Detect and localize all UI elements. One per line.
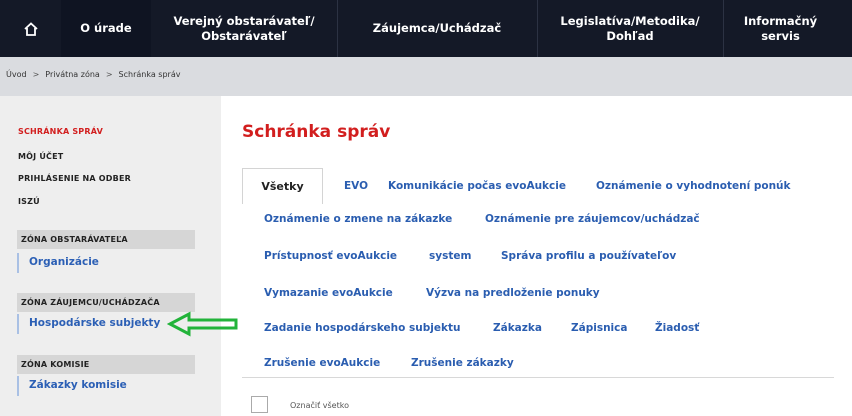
nav-divider xyxy=(723,0,724,57)
home-button[interactable] xyxy=(0,0,61,57)
zone-header-zaujemca: ZÓNA ZÁUJEMCU/UCHÁDZAČA xyxy=(17,293,195,312)
tab-zakazka[interactable]: Zákazka xyxy=(493,322,542,334)
tab-vymazanie[interactable]: Vymazanie evoAukcie xyxy=(264,287,393,299)
sidebar-link-schranka-sprav[interactable]: SCHRÁNKA SPRÁV xyxy=(18,127,103,136)
tab-zrusenie-zakazky[interactable]: Zrušenie zákazky xyxy=(411,357,514,369)
nav-informacny-servis[interactable]: Informačný servis xyxy=(723,0,852,57)
breadcrumb-home[interactable]: Úvod xyxy=(6,70,27,79)
nav-divider xyxy=(537,0,538,57)
nav-divider xyxy=(337,0,338,57)
tab-oznamenie-zmene[interactable]: Oznámenie o zmene na zákazke xyxy=(264,213,452,225)
tabs-divider xyxy=(242,377,834,378)
nav-zaujemca[interactable]: Záujemca/Uchádzač xyxy=(337,0,537,57)
breadcrumb-separator: > xyxy=(105,70,113,79)
green-arrow-icon xyxy=(167,311,238,337)
select-all-checkbox[interactable] xyxy=(251,396,268,413)
breadcrumb-private-zone[interactable]: Privátna zóna xyxy=(45,70,100,79)
tab-oznamenie-vyhodnoteni[interactable]: Oznámenie o vyhodnotení ponúk xyxy=(596,180,791,192)
tab-komunikacie[interactable]: Komunikácie počas evoAukcie xyxy=(388,180,566,192)
tab-zrusenie-evoaukcie[interactable]: Zrušenie evoAukcie xyxy=(264,357,380,369)
select-all-label: Označiť všetko xyxy=(290,401,349,410)
home-icon xyxy=(23,21,38,36)
tab-vsetky[interactable]: Všetky xyxy=(242,168,323,204)
breadcrumb: Úvod > Privátna zóna > Schránka správ xyxy=(6,70,180,79)
sidebar-link-moj-ucet[interactable]: MÔJ ÚČET xyxy=(18,152,63,161)
tab-evo[interactable]: EVO xyxy=(344,180,368,192)
tab-ziadost[interactable]: Žiadosť xyxy=(655,322,699,334)
sidebar-link-iszu[interactable]: ISZÚ xyxy=(18,197,40,206)
breadcrumb-current: Schránka správ xyxy=(118,70,181,79)
sidebar-item-zakazky-komisie[interactable]: Zákazky komisie xyxy=(17,376,195,396)
page-title: Schránka správ xyxy=(242,122,391,142)
tab-zapisnica[interactable]: Zápisnica xyxy=(571,322,627,334)
zone-header-obstaravatel: ZÓNA OBSTARÁVATEĽA xyxy=(17,230,195,249)
tab-sprava-profilu[interactable]: Správa profilu a používateľov xyxy=(501,250,676,262)
tab-oznamenie-zaujemcov[interactable]: Oznámenie pre záujemcov/uchádzač xyxy=(485,213,700,225)
zone-header-komisie: ZÓNA KOMISIE xyxy=(17,355,195,374)
nav-legislativa[interactable]: Legislatíva/Metodika/ Dohľad xyxy=(537,0,723,57)
tab-zadanie[interactable]: Zadanie hospodárskeho subjektu xyxy=(264,322,460,334)
sidebar-item-organizacie[interactable]: Organizácie xyxy=(17,253,195,273)
nav-o-urade[interactable]: O úrade xyxy=(61,0,151,57)
breadcrumb-separator: > xyxy=(32,70,40,79)
sidebar-link-prihlasenie[interactable]: PRIHLÁSENIE NA ODBER xyxy=(18,174,131,183)
tab-vyzva[interactable]: Výzva na predloženie ponuky xyxy=(426,287,600,299)
tab-pristupnost[interactable]: Prístupnosť evoAukcie xyxy=(264,250,397,262)
tab-system[interactable]: system xyxy=(429,250,471,262)
nav-verejny-obstaravatel[interactable]: Verejný obstarávateľ/ Obstarávateľ xyxy=(151,0,337,57)
